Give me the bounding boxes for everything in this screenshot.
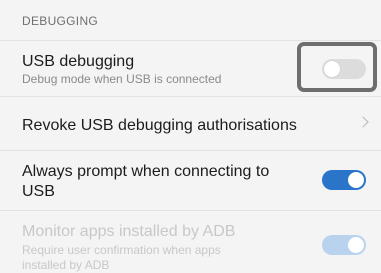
- revoke-usb-authorisations-row[interactable]: Revoke USB debugging authorisations: [0, 97, 381, 150]
- monitor-apps-toggle: [322, 235, 366, 255]
- monitor-apps-title: Monitor apps installed by ADB: [22, 223, 236, 240]
- always-prompt-toggle[interactable]: [322, 170, 366, 190]
- monitor-apps-subtitle-line2: installed by ADB: [22, 258, 110, 272]
- always-prompt-row[interactable]: Always prompt when connecting to USB: [0, 151, 381, 210]
- section-header: DEBUGGING: [22, 14, 99, 28]
- highlight-box: [297, 42, 377, 92]
- monitor-apps-subtitle-line1: Require user confirmation when apps: [22, 243, 221, 257]
- revoke-usb-authorisations-title: Revoke USB debugging authorisations: [22, 117, 297, 134]
- toggle-knob: [348, 237, 364, 253]
- usb-debugging-title: USB debugging: [22, 53, 135, 70]
- toggle-knob: [348, 172, 364, 188]
- always-prompt-title-line2: USB: [22, 183, 55, 200]
- monitor-apps-row: Monitor apps installed by ADB Require us…: [0, 211, 381, 272]
- usb-debugging-subtitle: Debug mode when USB is connected: [22, 72, 222, 86]
- always-prompt-title-line1: Always prompt when connecting to: [22, 163, 270, 180]
